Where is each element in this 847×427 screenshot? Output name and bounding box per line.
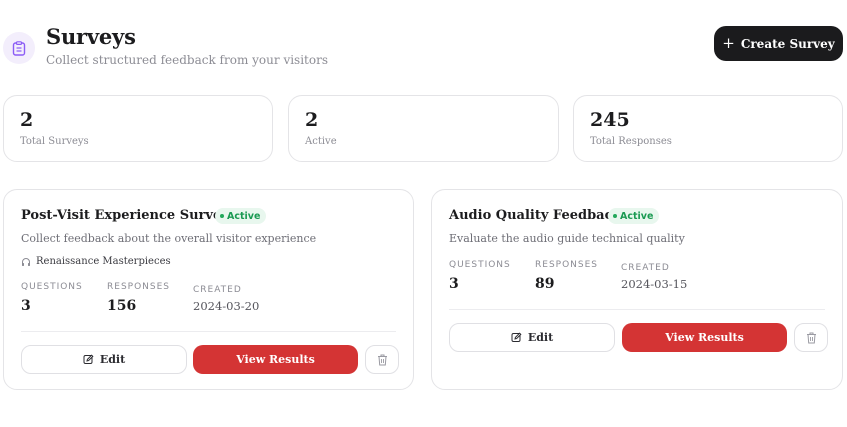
stat-value: 245 xyxy=(590,109,630,131)
stat-card-total-responses: 245 Total Responses xyxy=(573,95,843,162)
edit-button[interactable]: Edit xyxy=(21,345,187,374)
stat-card-active: 2 Active xyxy=(288,95,559,162)
page-title: Surveys xyxy=(46,24,136,49)
stat-label: Total Surveys xyxy=(20,136,89,147)
edit-icon xyxy=(83,354,94,364)
card-divider xyxy=(449,309,825,310)
status-badge: Active xyxy=(215,208,267,224)
created-date: 2024-03-20 xyxy=(193,299,260,313)
created-label: CREATED xyxy=(193,285,242,295)
stat-label: Total Responses xyxy=(590,136,672,147)
card-divider xyxy=(21,331,396,332)
responses-label: RESPONSES xyxy=(107,282,171,292)
status-badge: Active xyxy=(608,208,660,224)
create-survey-label: Create Survey xyxy=(740,36,835,51)
create-survey-button[interactable]: + Create Survey xyxy=(714,26,843,61)
edit-button[interactable]: Edit xyxy=(449,323,615,352)
survey-exhibit-label: Renaissance Masterpieces xyxy=(36,256,171,267)
view-results-label: View Results xyxy=(236,353,315,366)
headphones-icon xyxy=(22,258,30,266)
survey-description: Collect feedback about the overall visit… xyxy=(21,232,317,245)
survey-title: Audio Quality Feedback xyxy=(449,208,622,223)
status-dot-icon xyxy=(220,214,224,218)
view-results-button[interactable]: View Results xyxy=(193,345,358,374)
trash-icon xyxy=(806,332,816,343)
questions-count: 3 xyxy=(21,298,31,314)
responses-count: 89 xyxy=(535,276,555,292)
stat-label: Active xyxy=(305,136,337,147)
edit-icon xyxy=(511,332,522,342)
stat-value: 2 xyxy=(20,109,34,131)
questions-label: QUESTIONS xyxy=(21,282,83,292)
status-badge-label: Active xyxy=(620,210,654,222)
created-date: 2024-03-15 xyxy=(621,277,688,291)
clipboard-icon xyxy=(12,40,26,56)
status-badge-label: Active xyxy=(227,210,261,222)
questions-label: QUESTIONS xyxy=(449,260,511,270)
survey-exhibit: Renaissance Masterpieces xyxy=(21,255,171,269)
view-results-button[interactable]: View Results xyxy=(622,323,787,352)
survey-card: Post-Visit Experience Survey Active Coll… xyxy=(3,189,414,390)
trash-icon xyxy=(377,354,387,365)
edit-button-label: Edit xyxy=(527,331,554,344)
stat-card-total-surveys: 2 Total Surveys xyxy=(3,95,273,162)
questions-count: 3 xyxy=(449,276,459,292)
survey-card: Audio Quality Feedback Active Evaluate t… xyxy=(431,189,843,390)
responses-count: 156 xyxy=(107,298,137,314)
page-subtitle: Collect structured feedback from your vi… xyxy=(46,53,328,67)
edit-button-label: Edit xyxy=(99,353,126,366)
delete-button[interactable] xyxy=(365,345,399,374)
plus-icon: + xyxy=(722,34,735,52)
status-dot-icon xyxy=(613,214,617,218)
responses-label: RESPONSES xyxy=(535,260,599,270)
survey-title: Post-Visit Experience Survey xyxy=(21,208,229,223)
view-results-label: View Results xyxy=(665,331,744,344)
surveys-header-icon-box xyxy=(3,32,35,64)
stat-value: 2 xyxy=(305,109,319,131)
survey-description: Evaluate the audio guide technical quali… xyxy=(449,232,685,245)
delete-button[interactable] xyxy=(794,323,828,352)
created-label: CREATED xyxy=(621,263,670,273)
